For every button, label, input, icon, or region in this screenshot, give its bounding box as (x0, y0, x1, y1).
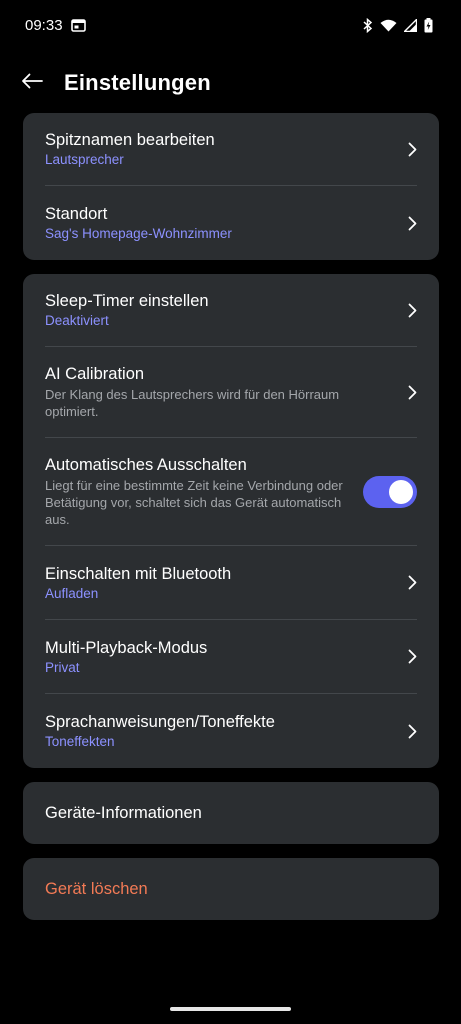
chevron-right-icon (393, 385, 417, 400)
voice-prompts-row[interactable]: Sprachanweisungen/Toneffekte Toneffekten (45, 694, 417, 768)
auto-off-toggle[interactable] (363, 475, 417, 508)
voice-prompts-title: Sprachanweisungen/Toneffekte (45, 713, 275, 731)
chevron-right-icon (393, 142, 417, 157)
wifi-icon (380, 19, 397, 32)
ai-calibration-title: AI Calibration (45, 365, 145, 383)
device-info-label: Geräte-Informationen (45, 803, 202, 822)
settings-card-functions: Sleep-Timer einstellen Deaktiviert AI Ca… (23, 274, 439, 768)
multi-playback-title: Multi-Playback-Modus (45, 638, 208, 657)
home-indicator[interactable] (170, 1007, 291, 1011)
bluetooth-power-on-value: Aufladen (45, 585, 99, 601)
toggle-knob (389, 479, 413, 504)
bluetooth-icon (363, 17, 373, 33)
sleep-timer-title: Sleep-Timer einstellen (45, 292, 209, 310)
calendar-notification-icon (70, 18, 86, 32)
auto-off-title: Automatisches Ausschalten (45, 456, 247, 474)
chevron-right-icon (393, 303, 417, 318)
chevron-right-icon (393, 649, 417, 664)
battery-charging-icon (424, 17, 433, 33)
back-button[interactable] (2, 60, 62, 106)
delete-device-label: Gerät löschen (45, 879, 148, 898)
multi-playback-value: Privat (45, 659, 80, 675)
arrow-left-icon (21, 73, 43, 94)
delete-device-button[interactable]: Gerät löschen (23, 858, 439, 920)
ai-calibration-row[interactable]: AI Calibration Der Klang des Lautspreche… (45, 347, 417, 438)
location-title: Standort (45, 205, 108, 223)
ai-calibration-description: Der Klang des Lautsprechers wird für den… (45, 387, 340, 419)
location-row[interactable]: Standort Sag's Homepage-Wohnzimmer (45, 186, 417, 260)
cell-signal-icon (404, 18, 417, 32)
auto-off-row: Automatisches Ausschalten Liegt für eine… (45, 438, 417, 546)
voice-prompts-value: Toneffekten (45, 734, 115, 749)
status-bar: 09:33 (0, 0, 461, 50)
bluetooth-power-on-title: Einschalten mit Bluetooth (45, 564, 232, 583)
chevron-right-icon (393, 575, 417, 590)
location-value: Sag's Homepage-Wohnzimmer (45, 226, 232, 241)
bluetooth-power-on-row[interactable]: Einschalten mit Bluetooth Aufladen (45, 546, 417, 620)
chevron-right-icon (393, 216, 417, 231)
status-time: 09:33 (25, 16, 63, 34)
nickname-row[interactable]: Spitznamen bearbeiten Lautsprecher (45, 113, 417, 186)
multi-playback-row[interactable]: Multi-Playback-Modus Privat (45, 620, 417, 694)
nickname-title: Spitznamen bearbeiten (45, 131, 215, 149)
device-info-button[interactable]: Geräte-Informationen (23, 782, 439, 844)
sleep-timer-row[interactable]: Sleep-Timer einstellen Deaktiviert (45, 274, 417, 347)
page-title: Einstellungen (64, 70, 211, 95)
auto-off-description: Liegt für eine bestimmte Zeit keine Verb… (45, 478, 343, 527)
sleep-timer-value: Deaktiviert (45, 313, 109, 328)
settings-card-device: Spitznamen bearbeiten Lautsprecher Stand… (23, 113, 439, 260)
chevron-right-icon (393, 724, 417, 739)
nickname-value: Lautsprecher (45, 152, 124, 167)
app-header: Einstellungen (0, 60, 461, 106)
